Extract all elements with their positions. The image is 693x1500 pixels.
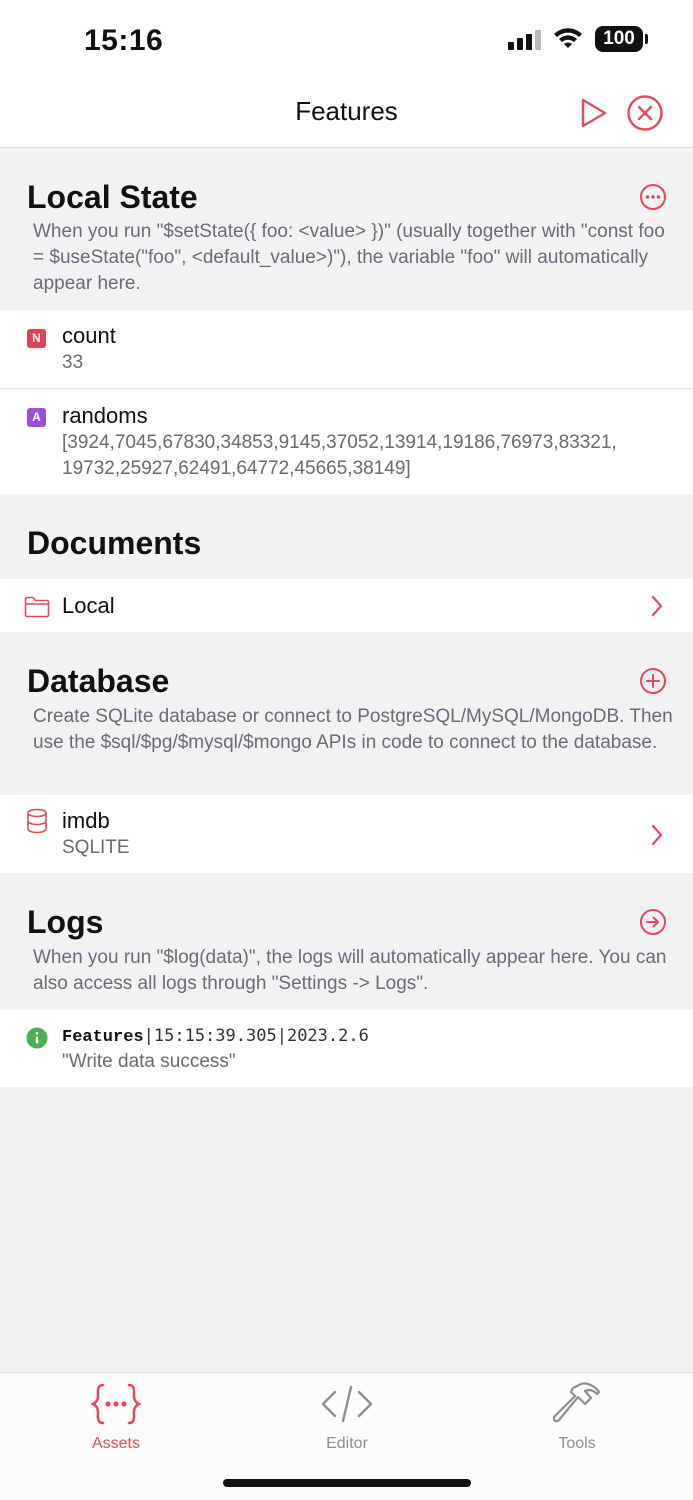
logs-section: Logs When you run "$log(data)", the logs… <box>0 874 693 1009</box>
tab-assets[interactable]: Assets <box>56 1381 176 1461</box>
number-type-badge: N <box>27 329 46 348</box>
log-entry[interactable]: Features|15:15:39.305|2023.2.6 "Write da… <box>0 1010 693 1087</box>
home-indicator <box>223 1479 471 1487</box>
run-button[interactable] <box>574 94 612 132</box>
state-name: count <box>62 323 116 348</box>
database-row-imdb[interactable]: imdb SQLITE <box>0 795 693 873</box>
close-button[interactable] <box>626 94 664 132</box>
state-value: 33 <box>62 352 84 373</box>
local-state-more-button[interactable] <box>639 183 667 211</box>
state-row-randoms[interactable]: A randoms [3924,7045,67830,34853,9145,37… <box>0 390 693 494</box>
cellular-signal-icon <box>508 28 541 50</box>
local-state-description: When you run "$setState({ foo: <value> }… <box>33 221 665 294</box>
info-icon <box>26 1027 48 1049</box>
database-name: imdb <box>62 808 110 833</box>
database-section: Database Create SQLite database or conne… <box>0 633 693 794</box>
play-icon <box>581 98 607 128</box>
log-header: Features|15:15:39.305|2023.2.6 <box>62 1026 369 1047</box>
hammer-icon <box>552 1382 601 1423</box>
local-state-section: Local State When you run "$setState({ fo… <box>0 149 693 309</box>
battery-icon: 100 <box>595 26 648 52</box>
tab-label: Editor <box>326 1435 368 1452</box>
log-message: "Write data success" <box>62 1051 236 1072</box>
tab-label: Tools <box>558 1435 596 1452</box>
nav-bar: Features <box>0 82 693 148</box>
wifi-icon <box>554 28 582 48</box>
add-database-button[interactable] <box>639 667 667 695</box>
tab-editor[interactable]: Editor <box>287 1381 407 1461</box>
state-value: [3924,7045,67830,34853,9145,37052,13914,… <box>62 432 617 479</box>
document-label: Local <box>62 593 115 618</box>
open-logs-button[interactable] <box>639 908 667 936</box>
log-separator: | <box>276 1026 287 1046</box>
state-row-count[interactable]: N count 33 <box>0 310 693 389</box>
chevron-right-icon <box>651 595 663 617</box>
braces-dots-icon <box>91 1383 141 1425</box>
database-type: SQLITE <box>62 837 130 858</box>
log-date: 2023.2.6 <box>286 1026 369 1046</box>
documents-section: Documents <box>0 495 693 579</box>
arrow-right-circle-icon <box>640 909 666 935</box>
close-circle-icon <box>627 95 663 131</box>
code-icon <box>321 1385 373 1423</box>
more-circle-icon <box>640 184 666 210</box>
status-bar: 15:16 100 <box>0 0 693 82</box>
tab-tools[interactable]: Tools <box>517 1381 637 1461</box>
status-icons: 100 <box>508 26 648 52</box>
chevron-right-icon <box>651 824 663 846</box>
log-time: 15:15:39.305 <box>153 1026 277 1046</box>
log-source: Features <box>62 1028 144 1047</box>
database-description: Create SQLite database or connect to Pos… <box>33 706 673 753</box>
logs-title: Logs <box>27 904 104 940</box>
database-title: Database <box>27 663 170 699</box>
folder-icon <box>24 596 50 618</box>
state-name: randoms <box>62 403 148 428</box>
tab-label: Assets <box>91 1435 140 1452</box>
document-row-local[interactable]: Local <box>0 579 693 632</box>
database-icon <box>27 808 47 834</box>
log-separator: | <box>143 1026 154 1046</box>
local-state-title: Local State <box>27 179 198 215</box>
logs-description: When you run "$log(data)", the logs will… <box>33 947 667 994</box>
array-type-badge: A <box>27 408 46 427</box>
plus-circle-icon <box>640 668 666 694</box>
status-time: 15:16 <box>84 24 164 57</box>
documents-title: Documents <box>27 525 202 561</box>
